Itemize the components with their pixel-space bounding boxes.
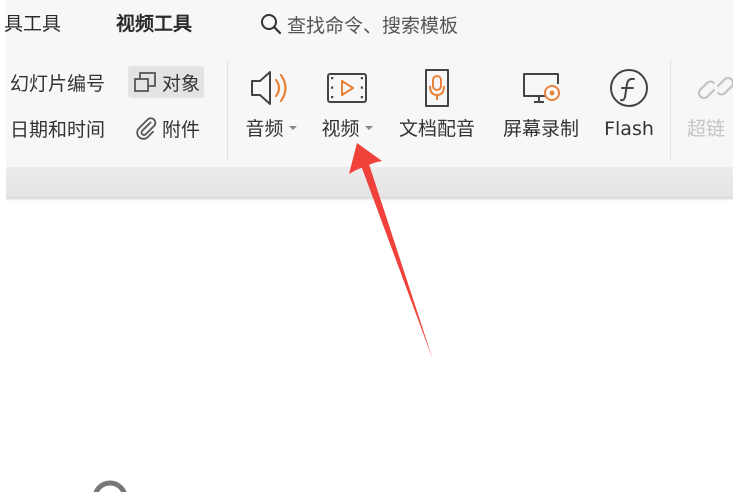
app-window: 具工具 视频工具 查找命令、搜索模板 幻灯片编号 对象 日期和时间 附件 音频 … — [0, 0, 733, 492]
slide-number-button[interactable]: 幻灯片编号 — [10, 66, 105, 98]
flash-button[interactable]: Flash — [596, 60, 662, 160]
speaker-icon — [251, 71, 287, 105]
search-placeholder: 查找命令、搜索模板 — [287, 14, 459, 37]
audio-dropdown-caret[interactable] — [288, 126, 297, 130]
ribbon-bottom-bar — [6, 167, 733, 197]
audio-button[interactable]: 音频 — [236, 60, 306, 160]
date-time-label: 日期和时间 — [10, 118, 106, 141]
tab-video-tools[interactable]: 视频工具 — [116, 11, 192, 37]
link-icon — [697, 76, 733, 100]
flash-icon — [610, 69, 648, 107]
video-button[interactable]: 视频 — [311, 60, 383, 160]
screen-record-button[interactable]: 屏幕录制 — [492, 60, 590, 160]
group-divider — [670, 60, 671, 160]
screen-record-label: 屏幕录制 — [502, 118, 579, 140]
video-label: 视频 — [321, 118, 360, 140]
object-label: 对象 — [162, 72, 201, 95]
flash-label: Flash — [604, 118, 654, 140]
group-divider — [227, 60, 228, 160]
video-file-icon — [327, 73, 367, 103]
object-button[interactable]: 对象 — [128, 66, 205, 98]
tab-tools-partial[interactable]: 具工具 — [4, 11, 61, 37]
hyperlink-label: 超链 — [687, 118, 726, 140]
search-icon — [261, 14, 282, 35]
slide-canvas[interactable] — [6, 201, 733, 492]
slide-number-label: 幻灯片编号 — [10, 72, 106, 95]
microphone-document-icon — [425, 69, 449, 107]
object-icon — [132, 70, 158, 94]
document-dubbing-button[interactable]: 文档配音 — [388, 60, 486, 160]
attachment-label: 附件 — [162, 118, 201, 141]
video-dropdown-caret[interactable] — [364, 126, 373, 130]
paperclip-icon — [134, 116, 158, 140]
screen-record-icon — [523, 73, 560, 103]
attachment-button[interactable]: 附件 — [134, 112, 200, 144]
document-dubbing-label: 文档配音 — [398, 118, 475, 140]
hyperlink-button[interactable]: 超链 — [680, 60, 733, 160]
date-time-button[interactable]: 日期和时间 — [10, 112, 105, 144]
command-search[interactable]: 查找命令、搜索模板 — [259, 10, 458, 38]
audio-label: 音频 — [245, 118, 284, 140]
ring-icon — [93, 480, 127, 492]
